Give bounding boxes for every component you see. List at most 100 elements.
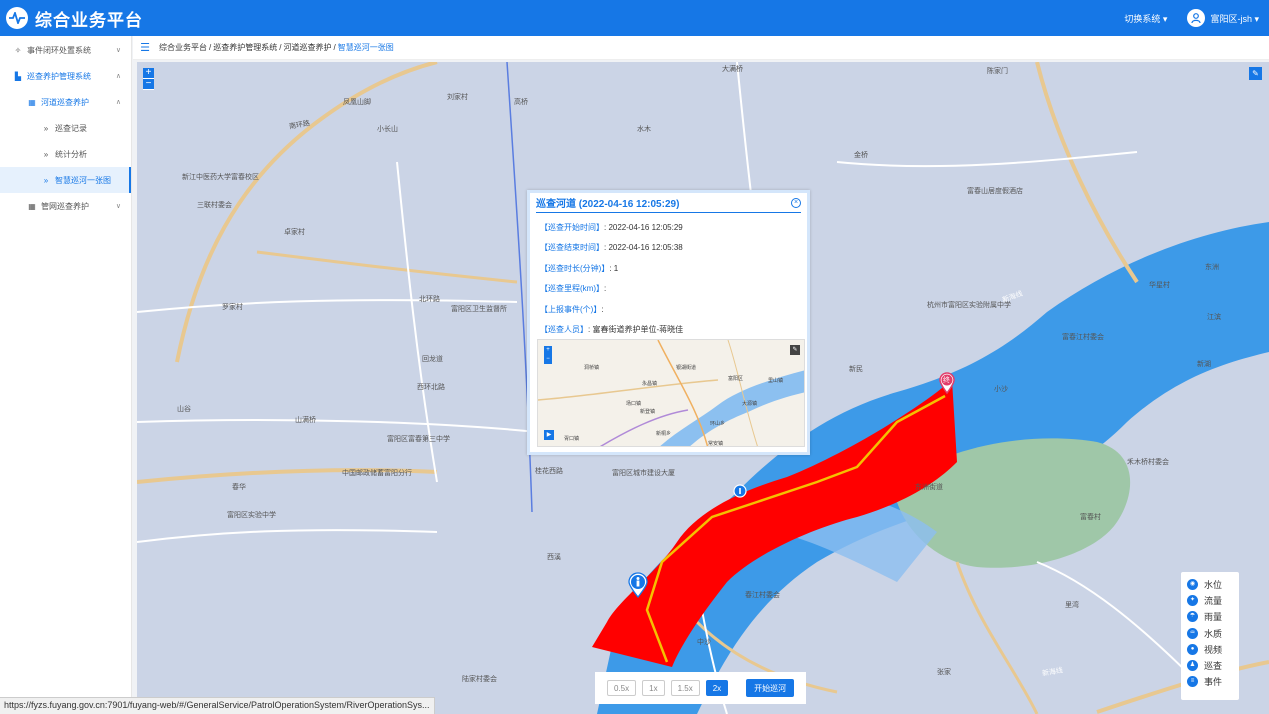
main-content: ☰ 综合业务平台 / 巡查养护管理系统 / 河道巡查养护 / 智慧巡河一张图 大… [133, 36, 1269, 714]
info-label: 【巡查人员】 [540, 325, 588, 335]
start-patrol-button[interactable]: 开始巡河 [746, 679, 795, 697]
info-value: : 富春街道养护单位-蒋晓佳 [588, 325, 684, 335]
mini-map-label: 银湖街道 [676, 365, 697, 371]
mini-map-label: 洞桥镇 [584, 365, 600, 371]
legend-item-rainfall[interactable]: ☂ 雨量 [1187, 609, 1233, 625]
road-shape [836, 151, 1138, 168]
map-label: 陆家村委会 [462, 676, 497, 683]
switch-system-label: 切换系统 [1124, 13, 1161, 24]
legend-item-flow[interactable]: ✦ 流量 [1187, 592, 1233, 608]
map-label: 张家 [937, 669, 951, 676]
map-label: 北环路 [419, 296, 440, 303]
speed-1x-button[interactable]: 1x [642, 680, 665, 696]
speed-0-5x-button[interactable]: 0.5x [607, 680, 637, 696]
map-label: 陈家门 [987, 68, 1008, 75]
map-label: 禾木桥村委会 [1127, 459, 1169, 466]
sidebar-item-event-system[interactable]: ✧ 事件闭环处置系统 ∨ [0, 37, 131, 63]
mini-map-label: 富阳区 [728, 376, 744, 382]
map-label: 中沙 [697, 639, 711, 646]
legend-label: 巡查 [1204, 661, 1223, 672]
map-label: 东洲 [1205, 264, 1219, 271]
map-edit-button[interactable]: ✎ [1249, 67, 1262, 80]
legend-item-patrol[interactable]: ♟ 巡查 [1187, 657, 1233, 673]
patrol-person-marker[interactable] [627, 572, 649, 599]
app-logo[interactable]: 综合业务平台 [6, 6, 143, 31]
switch-system-dropdown[interactable]: 切换系统 ▾ [1124, 12, 1167, 25]
map-label: 富春山居度假酒店 [967, 188, 1023, 195]
info-marker[interactable] [733, 484, 747, 498]
sidebar-item-label: 管网巡查养护 [41, 201, 89, 211]
zoom-out-button[interactable]: − [143, 79, 154, 90]
user-menu[interactable]: 富阳区-jsh ▾ [1210, 12, 1259, 25]
water-quality-icon: ♒ [1187, 627, 1198, 639]
pulse-logo-icon [6, 7, 28, 29]
mini-map-label: 大源镇 [742, 401, 758, 407]
sidebar-item-statistics[interactable]: » 统计分析 [0, 141, 131, 167]
info-value: : 1 [609, 263, 619, 273]
map-label: 大满桥 [722, 66, 743, 73]
legend-item-video[interactable]: ● 视频 [1187, 641, 1233, 657]
grid-icon: ▦ [28, 201, 36, 211]
map-label: 西环北路 [417, 384, 445, 391]
map-label: 杭州市富阳区实验附属中学 [927, 302, 1011, 309]
info-value: : 2022-04-16 12:05:38 [604, 243, 683, 253]
mini-map-label: 胥口镇 [564, 436, 580, 442]
speed-1-5x-button[interactable]: 1.5x [670, 680, 700, 696]
info-value: : [604, 284, 607, 294]
road-shape [137, 419, 538, 433]
breadcrumb-item[interactable]: 综合业务平台 [159, 42, 207, 53]
map-label: 新江中医药大学富春校区 [182, 174, 259, 181]
map-legend: ◉ 水位 ✦ 流量 ☂ 雨量 ♒ 水质 ● 视频 ♟ 巡查 ≡ 事件 [1181, 572, 1239, 700]
legend-label: 视频 [1204, 644, 1223, 655]
map-label: 凤凰山脚 [343, 99, 371, 106]
info-label: 【上报事件(个)】 [540, 304, 602, 314]
info-row-personnel: 【巡查人员】: 富春街道养护单位-蒋晓佳 [540, 320, 797, 341]
map-label: 水木 [637, 126, 651, 133]
mini-map-label: 新登镇 [640, 409, 656, 415]
app-title: 综合业务平台 [35, 10, 143, 30]
mini-map-edit-icon[interactable]: ✎ [790, 345, 800, 355]
legend-item-water-quality[interactable]: ♒ 水质 [1187, 625, 1233, 641]
sidebar-item-pipe-patrol[interactable]: ▦ 管网巡查养护 ∨ [0, 193, 131, 219]
chevron-up-icon: ∧ [115, 99, 121, 106]
mini-map-label: 环山乡 [710, 421, 726, 427]
map-label: 富阳区实验中学 [227, 512, 276, 519]
user-name: 富阳区-jsh [1210, 13, 1252, 24]
sidebar: ✧ 事件闭环处置系统 ∨ ▙ 巡查养护管理系统 ∧ ▦ 河道巡查养护 ∧ » 巡查记录 » 统计… [0, 36, 132, 714]
menu-toggle-icon[interactable]: ☰ [138, 41, 152, 55]
sidebar-item-label: 巡查记录 [55, 123, 87, 133]
mini-map-play-icon[interactable]: ▶ [544, 430, 554, 440]
map-canvas[interactable]: 大满桥 陈家门 高桥 刘家村 凤凰山脚 小长山 水木 金桥 新江中医药大学富春校… [137, 62, 1269, 714]
double-chevron-icon: » [43, 175, 49, 185]
status-bar-url: https://fyzs.fuyang.gov.cn:7901/fuyang-w… [0, 697, 435, 714]
gear-icon: ✧ [14, 45, 22, 55]
speed-2x-button[interactable]: 2x [705, 680, 729, 696]
user-avatar-icon[interactable] [1187, 9, 1206, 27]
sidebar-item-patrol-records[interactable]: » 巡查记录 [0, 115, 131, 141]
mini-map-zoom[interactable]: + − [544, 346, 552, 364]
legend-item-water-level[interactable]: ◉ 水位 [1187, 576, 1233, 592]
close-icon[interactable]: × [791, 197, 801, 208]
road-shape [1035, 62, 1139, 284]
map-label: 桂花西路 [535, 468, 563, 475]
legend-label: 事件 [1204, 677, 1223, 688]
breadcrumb-item[interactable]: 巡查养护管理系统 [213, 42, 277, 53]
info-value: : 2022-04-16 12:05:29 [604, 222, 683, 232]
road-shape [1036, 561, 1198, 683]
sidebar-item-smart-map[interactable]: » 智慧巡河一张图 [0, 167, 131, 193]
end-marker[interactable]: 终 [938, 372, 956, 395]
mini-map[interactable]: 洞桥镇 银湖街道 富阳区 永昌镇 里山镇 场口镇 新登镇 大源镇 环山乡 新桐乡… [537, 339, 805, 447]
info-label: 【巡查里程(km)】 [540, 284, 604, 294]
person-pin-icon [628, 572, 648, 599]
flow-icon: ✦ [1187, 594, 1198, 606]
map-label: 金桥 [854, 152, 868, 159]
sidebar-item-patrol-system[interactable]: ▙ 巡查养护管理系统 ∧ [0, 63, 131, 89]
chevron-down-icon: ∨ [115, 203, 121, 210]
legend-label: 水位 [1204, 579, 1223, 590]
info-row-end-time: 【巡查结束时间】: 2022-04-16 12:05:38 [540, 238, 797, 259]
legend-item-event[interactable]: ≡ 事件 [1187, 674, 1233, 690]
sidebar-item-river-patrol[interactable]: ▦ 河道巡查养护 ∧ [0, 89, 131, 115]
event-icon: ≡ [1187, 676, 1198, 688]
chevron-down-icon: ∨ [115, 47, 121, 54]
breadcrumb-item[interactable]: 河道巡查养护 [283, 42, 331, 53]
